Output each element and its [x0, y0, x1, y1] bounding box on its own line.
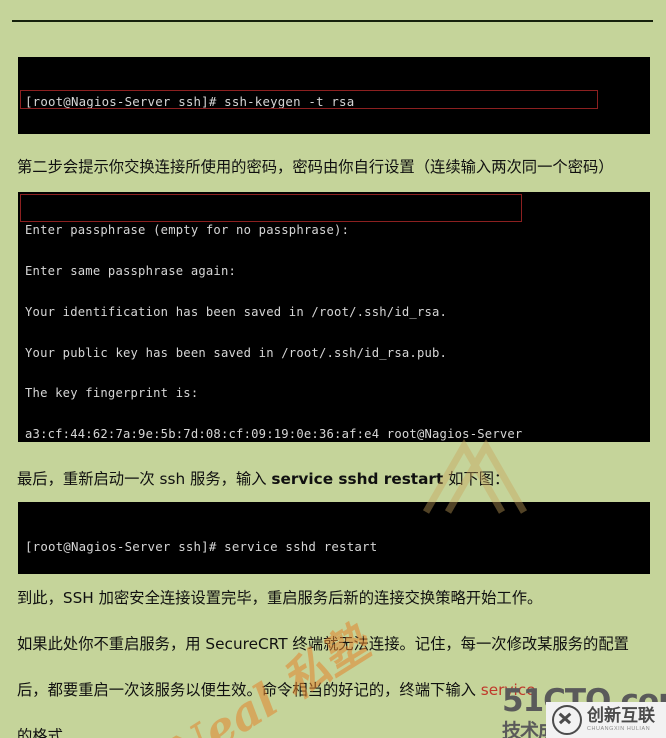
top-divider — [12, 20, 653, 22]
paragraph-securecrt-note: 如果此处你不重启服务，用 SecureCRT 终端就无法连接。记住，每一次修改某… — [17, 635, 629, 653]
terminal-line: Your public key has been saved in /root/… — [25, 345, 448, 360]
paragraph-format-tail: 的格式 — [17, 727, 63, 738]
p5-pre-text: 后，都要重启一次该服务以便生效。命令相当的好记的，终端下输入 — [17, 681, 481, 699]
ssh-keygen-terminal: [root@Nagios-Server ssh]# ssh-keygen -t … — [18, 57, 650, 134]
p5-command: service — [480, 681, 536, 699]
x-circle-icon — [552, 705, 582, 735]
terminal-line: Your identification has been saved in /r… — [25, 304, 448, 319]
terminal-line: [root@Nagios-Server ssh]# service sshd r… — [25, 539, 378, 555]
terminal-line: Enter passphrase (empty for no passphras… — [25, 223, 350, 238]
p2-command: service sshd restart — [271, 470, 444, 488]
paragraph-passphrase-note: 第二步会提示你交换连接所使用的密码，密码由你自行设置（连续输入两次同一个密码） — [17, 158, 614, 176]
paragraph-setup-complete: 到此，SSH 加密安全连接设置完毕，重启服务后新的连接交换策略开始工作。 — [17, 589, 543, 607]
paragraph-command-format: 后，都要重启一次该服务以便生效。命令相当的好记的，终端下输入 service — [17, 680, 536, 700]
chuangxin-hulian-badge: 创新互联 CHUANGXIN HULIAN — [546, 702, 666, 738]
paragraph-restart-instruction: 最后，重新启动一次 ssh 服务，输入 service sshd restart… — [17, 469, 509, 489]
p2-post-text: 如下图： — [443, 470, 510, 488]
p2-pre-text: 最后，重新启动一次 ssh 服务，输入 — [17, 470, 272, 488]
terminal-line: The key fingerprint is: — [25, 386, 199, 401]
badge-cn-label: 创新互联 — [587, 705, 655, 726]
terminal-line: a3:cf:44:62:7a:9e:5b:7d:08:cf:09:19:0e:3… — [25, 427, 523, 442]
terminal-line: [root@Nagios-Server ssh]# ssh-keygen -t … — [25, 94, 355, 110]
passphrase-terminal: Enter passphrase (empty for no passphras… — [18, 192, 650, 442]
document-page: [root@Nagios-Server ssh]# ssh-keygen -t … — [0, 0, 666, 738]
terminal-line: Enter same passphrase again: — [25, 263, 237, 278]
badge-en-label: CHUANGXIN HULIAN — [587, 725, 651, 732]
badge-text: 创新互联 CHUANGXIN HULIAN — [587, 705, 655, 732]
neal-script-watermark: Neal 私塾 — [157, 615, 379, 738]
sshd-restart-terminal: [root@Nagios-Server ssh]# service sshd r… — [18, 502, 650, 574]
